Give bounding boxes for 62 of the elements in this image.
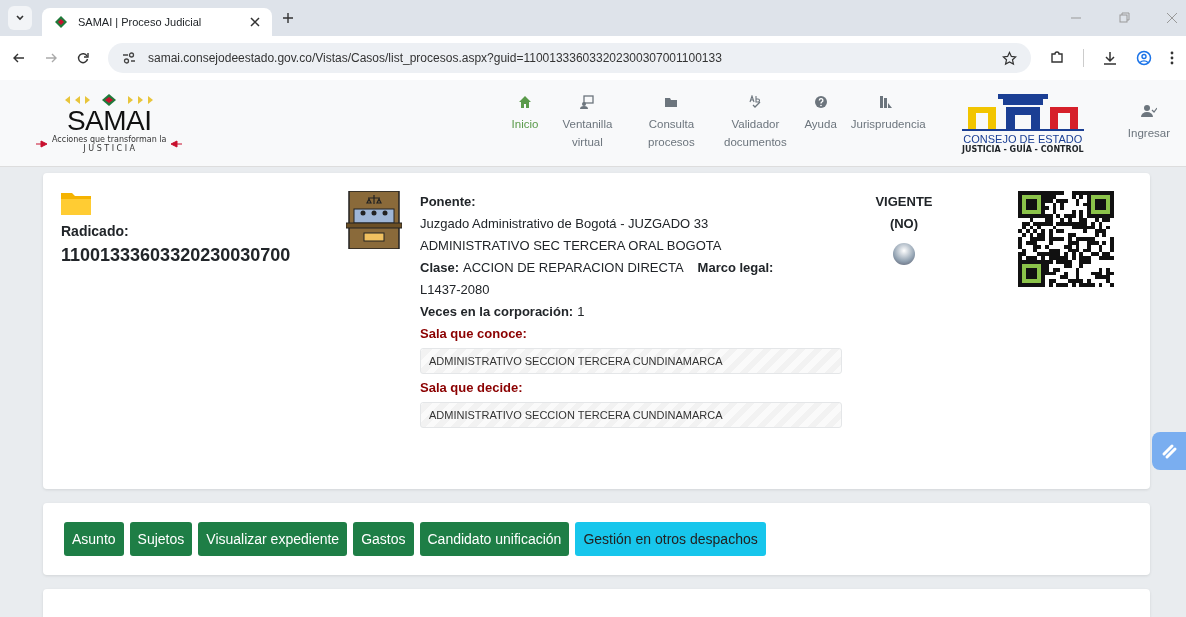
case-number: 11001333603320230030700 — [61, 245, 292, 266]
action-tab[interactable]: Sujetos — [129, 522, 193, 556]
profile-icon[interactable] — [1136, 50, 1152, 66]
field-label: Radicado: — [61, 223, 130, 239]
logo-tagline: Acciones que transforman la — [52, 135, 167, 144]
action-tab[interactable]: Asunto — [64, 522, 124, 556]
field-label: Marco legal: — [697, 259, 774, 277]
readonly-field: ADMINISTRATIVO SECCION TERCERA CUNDINAMARCA — [420, 402, 842, 428]
logo-tagline: J U S T I C I A — [83, 144, 136, 153]
nav-link[interactable]: Validador documentos — [713, 95, 798, 151]
action-tab[interactable]: Gestión en otros despachos — [575, 522, 766, 556]
tab-title: SAMAI | Proceso Judicial — [78, 16, 203, 28]
close-icon[interactable] — [250, 17, 260, 27]
site-settings-icon[interactable] — [122, 51, 136, 65]
books-icon — [878, 95, 893, 109]
logo-wordmark: SAMAI — [66, 107, 152, 135]
puzzle-icon[interactable] — [1049, 50, 1065, 66]
browser-tab[interactable]: SAMAI | Proceso Judicial — [42, 8, 272, 36]
nav-link[interactable]: Ayuda — [797, 95, 844, 133]
ponente-text: Juzgado Administrativo de Bogotá - JUZGADO 33 ADMINISTRATIVO SEC TERCERA ORAL BOGOTA — [420, 215, 723, 255]
download-icon[interactable] — [1102, 50, 1118, 66]
action-tab[interactable]: Visualizar expediente — [198, 522, 348, 556]
chevron-down-icon — [15, 13, 25, 23]
arrow-left-icon — [170, 140, 183, 148]
field-label: Ponente: — [420, 193, 477, 211]
status-label: VIGENTE — [875, 193, 933, 211]
home-icon — [517, 95, 532, 109]
courthouse-icon — [346, 191, 402, 249]
nav-link[interactable]: Ventanilla virtual — [545, 95, 630, 151]
field-value: L1437-2080 — [420, 281, 491, 299]
field-label: Clase: — [420, 259, 460, 277]
nav-link[interactable]: Jurisprudencia — [843, 95, 928, 133]
star-icon[interactable] — [1002, 50, 1017, 66]
field-value: ACCION DE REPARACION DIRECTA — [463, 259, 684, 277]
readonly-field: ADMINISTRATIVO SECCION TERCERA CUNDINAMARCA — [420, 348, 842, 374]
seal-title: CONSEJO DE ESTADO — [963, 132, 1083, 145]
action-tab[interactable]: Candidato unificación — [419, 522, 570, 556]
login-link[interactable]: Ingresar — [1127, 104, 1170, 142]
reload-icon[interactable] — [76, 51, 90, 65]
user-check-icon — [1140, 104, 1157, 118]
more-icon[interactable] — [1170, 51, 1174, 65]
folder-icon — [61, 191, 91, 215]
field-label: Veces en la corporación: — [420, 303, 574, 321]
status-value: (NO) — [889, 215, 919, 233]
field-value: 1 — [577, 303, 585, 321]
nav-link[interactable]: Consulta procesos — [629, 95, 714, 151]
spell-icon — [748, 95, 763, 109]
arrow-right-icon — [36, 140, 48, 148]
seal-motto: JUSTICIA - GUÍA - CONTROL — [962, 144, 1084, 154]
folder-icon — [664, 95, 679, 109]
new-tab-icon[interactable] — [282, 12, 294, 24]
url-text: samai.consejodeestado.gov.co/Vistas/Casos/list_procesos.aspx?guid=110013336033202300307001100133 — [148, 51, 722, 65]
field-label: Sala que conoce: — [420, 325, 528, 343]
field-label: Sala que decide: — [420, 379, 524, 397]
nav-link[interactable]: Inicio — [504, 95, 546, 133]
diamond-icon — [54, 15, 68, 29]
screen-icon — [580, 95, 595, 109]
action-tab[interactable]: Gastos — [353, 522, 414, 556]
tab-list-button[interactable] — [8, 6, 32, 30]
address-bar[interactable]: samai.consejodeestado.gov.co/Vistas/Casos/list_procesos.aspx?guid=110013336033202300307001100133 — [108, 43, 1031, 73]
help-icon — [813, 95, 828, 109]
back-icon[interactable] — [12, 51, 26, 65]
